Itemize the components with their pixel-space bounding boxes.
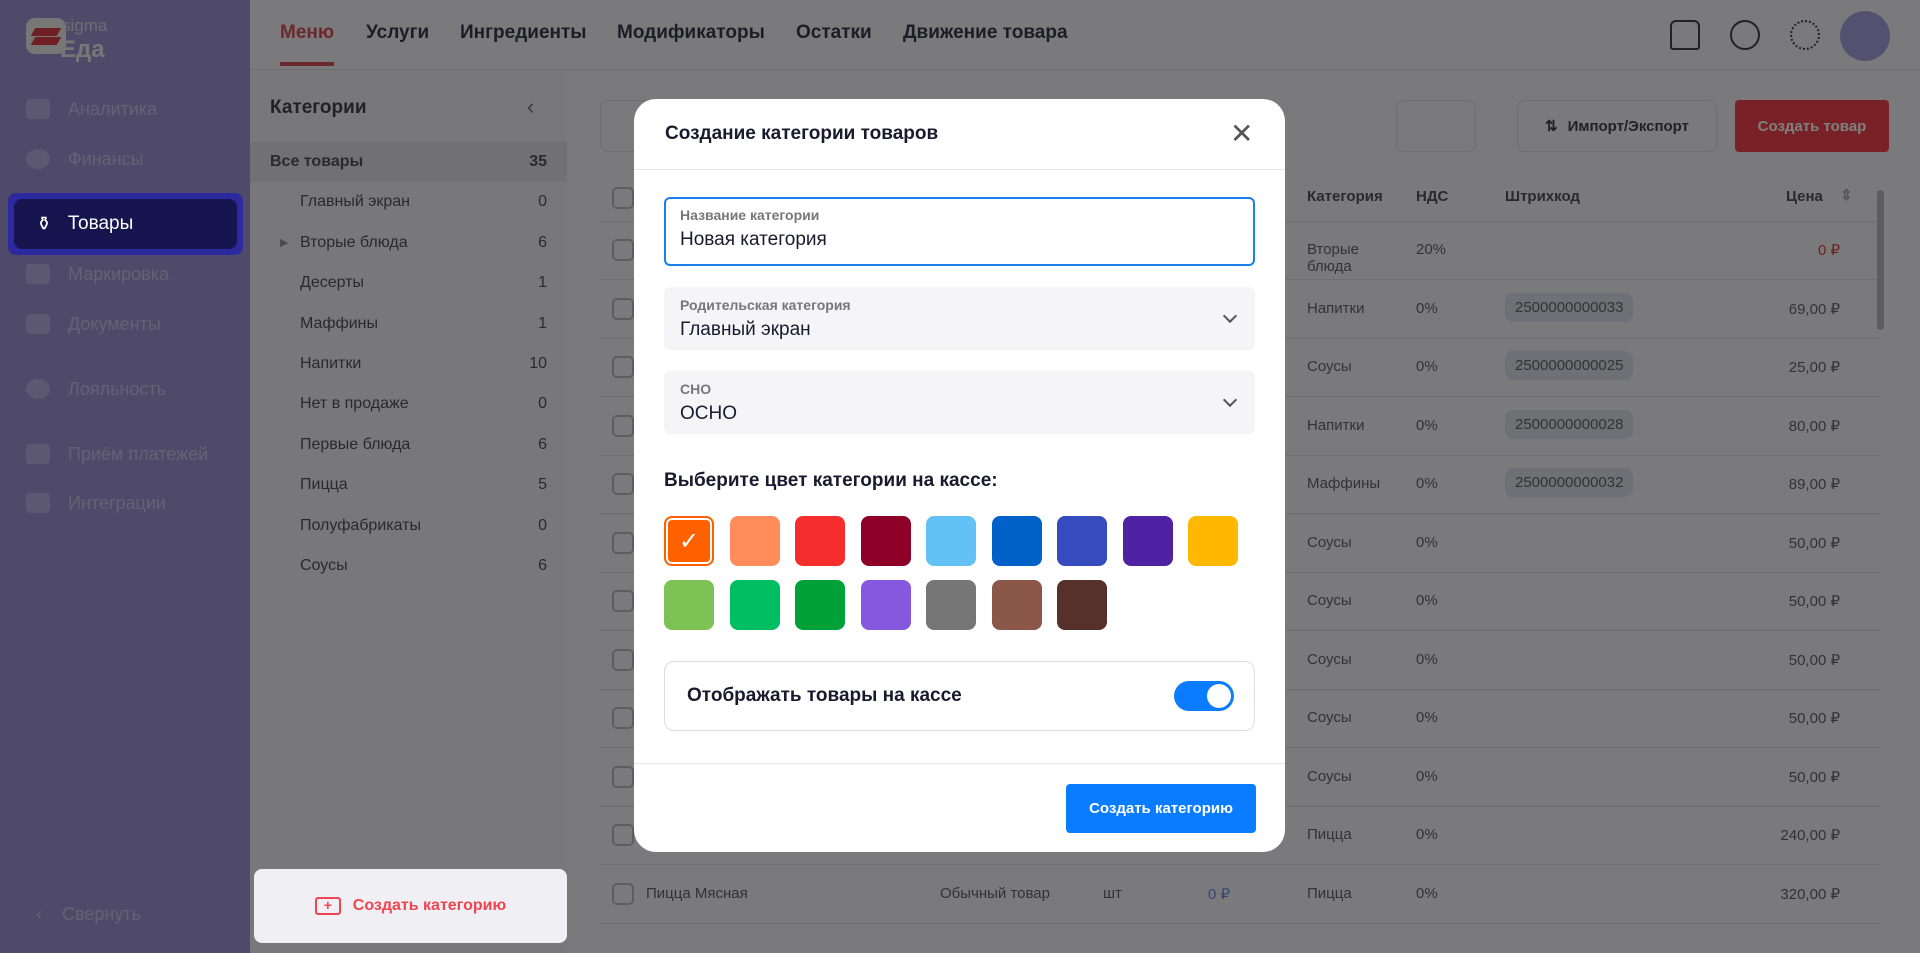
parent-category-select[interactable]: Родительская категория Главный экран: [664, 287, 1255, 350]
category-name-input[interactable]: Название категории Новая категория: [664, 197, 1255, 266]
color-swatch[interactable]: [729, 580, 780, 630]
submit-create-category-button[interactable]: Создать категорию: [1066, 784, 1256, 833]
field-value: ОСНО: [680, 403, 737, 424]
field-label: Название категории: [680, 207, 820, 223]
color-swatch[interactable]: [926, 516, 976, 566]
sidebar-item-products[interactable]: ⚱ Товары: [8, 193, 243, 255]
color-swatch[interactable]: [860, 516, 911, 566]
field-value: Главный экран: [680, 319, 811, 340]
color-swatch[interactable]: [795, 516, 845, 566]
color-swatch[interactable]: ✓: [664, 516, 714, 566]
color-swatch[interactable]: [1057, 580, 1107, 630]
label: Товары: [67, 213, 134, 234]
field-label: Родительская категория: [680, 297, 851, 313]
folder-plus-icon: +: [314, 897, 341, 915]
color-label: Выберите цвет категории на кассе:: [664, 470, 998, 491]
color-swatch[interactable]: [991, 516, 1042, 566]
close-icon[interactable]: ✕: [1230, 117, 1253, 150]
color-swatch[interactable]: [664, 580, 714, 630]
show-on-register-toggle[interactable]: [1174, 681, 1234, 711]
color-swatch[interactable]: [1188, 516, 1238, 566]
color-swatch[interactable]: [926, 580, 976, 630]
create-category-button[interactable]: + Создать категорию: [254, 869, 567, 943]
color-swatch[interactable]: [795, 580, 845, 630]
color-swatch[interactable]: [860, 580, 911, 630]
show-on-register-label: Отображать товары на кассе: [687, 685, 962, 706]
dialog-title: Создание категории товаров: [665, 123, 939, 144]
products-icon: ⚱: [36, 213, 52, 235]
color-swatch[interactable]: [1122, 516, 1173, 566]
create-category-dialog: Создание категории товаров ✕ Название ка…: [634, 99, 1285, 852]
divider: [634, 763, 1285, 764]
divider: [634, 169, 1285, 170]
color-swatch[interactable]: [1057, 516, 1107, 566]
show-on-register-row: Отображать товары на кассе: [664, 661, 1255, 731]
color-swatch[interactable]: [991, 580, 1042, 630]
field-label: СНО: [680, 381, 712, 397]
check-icon: ✓: [678, 527, 700, 555]
create-category-label: Создать категорию: [352, 897, 507, 914]
sno-select[interactable]: СНО ОСНО: [664, 371, 1255, 434]
field-value[interactable]: Новая категория: [680, 229, 1239, 251]
color-swatch[interactable]: [729, 516, 780, 566]
